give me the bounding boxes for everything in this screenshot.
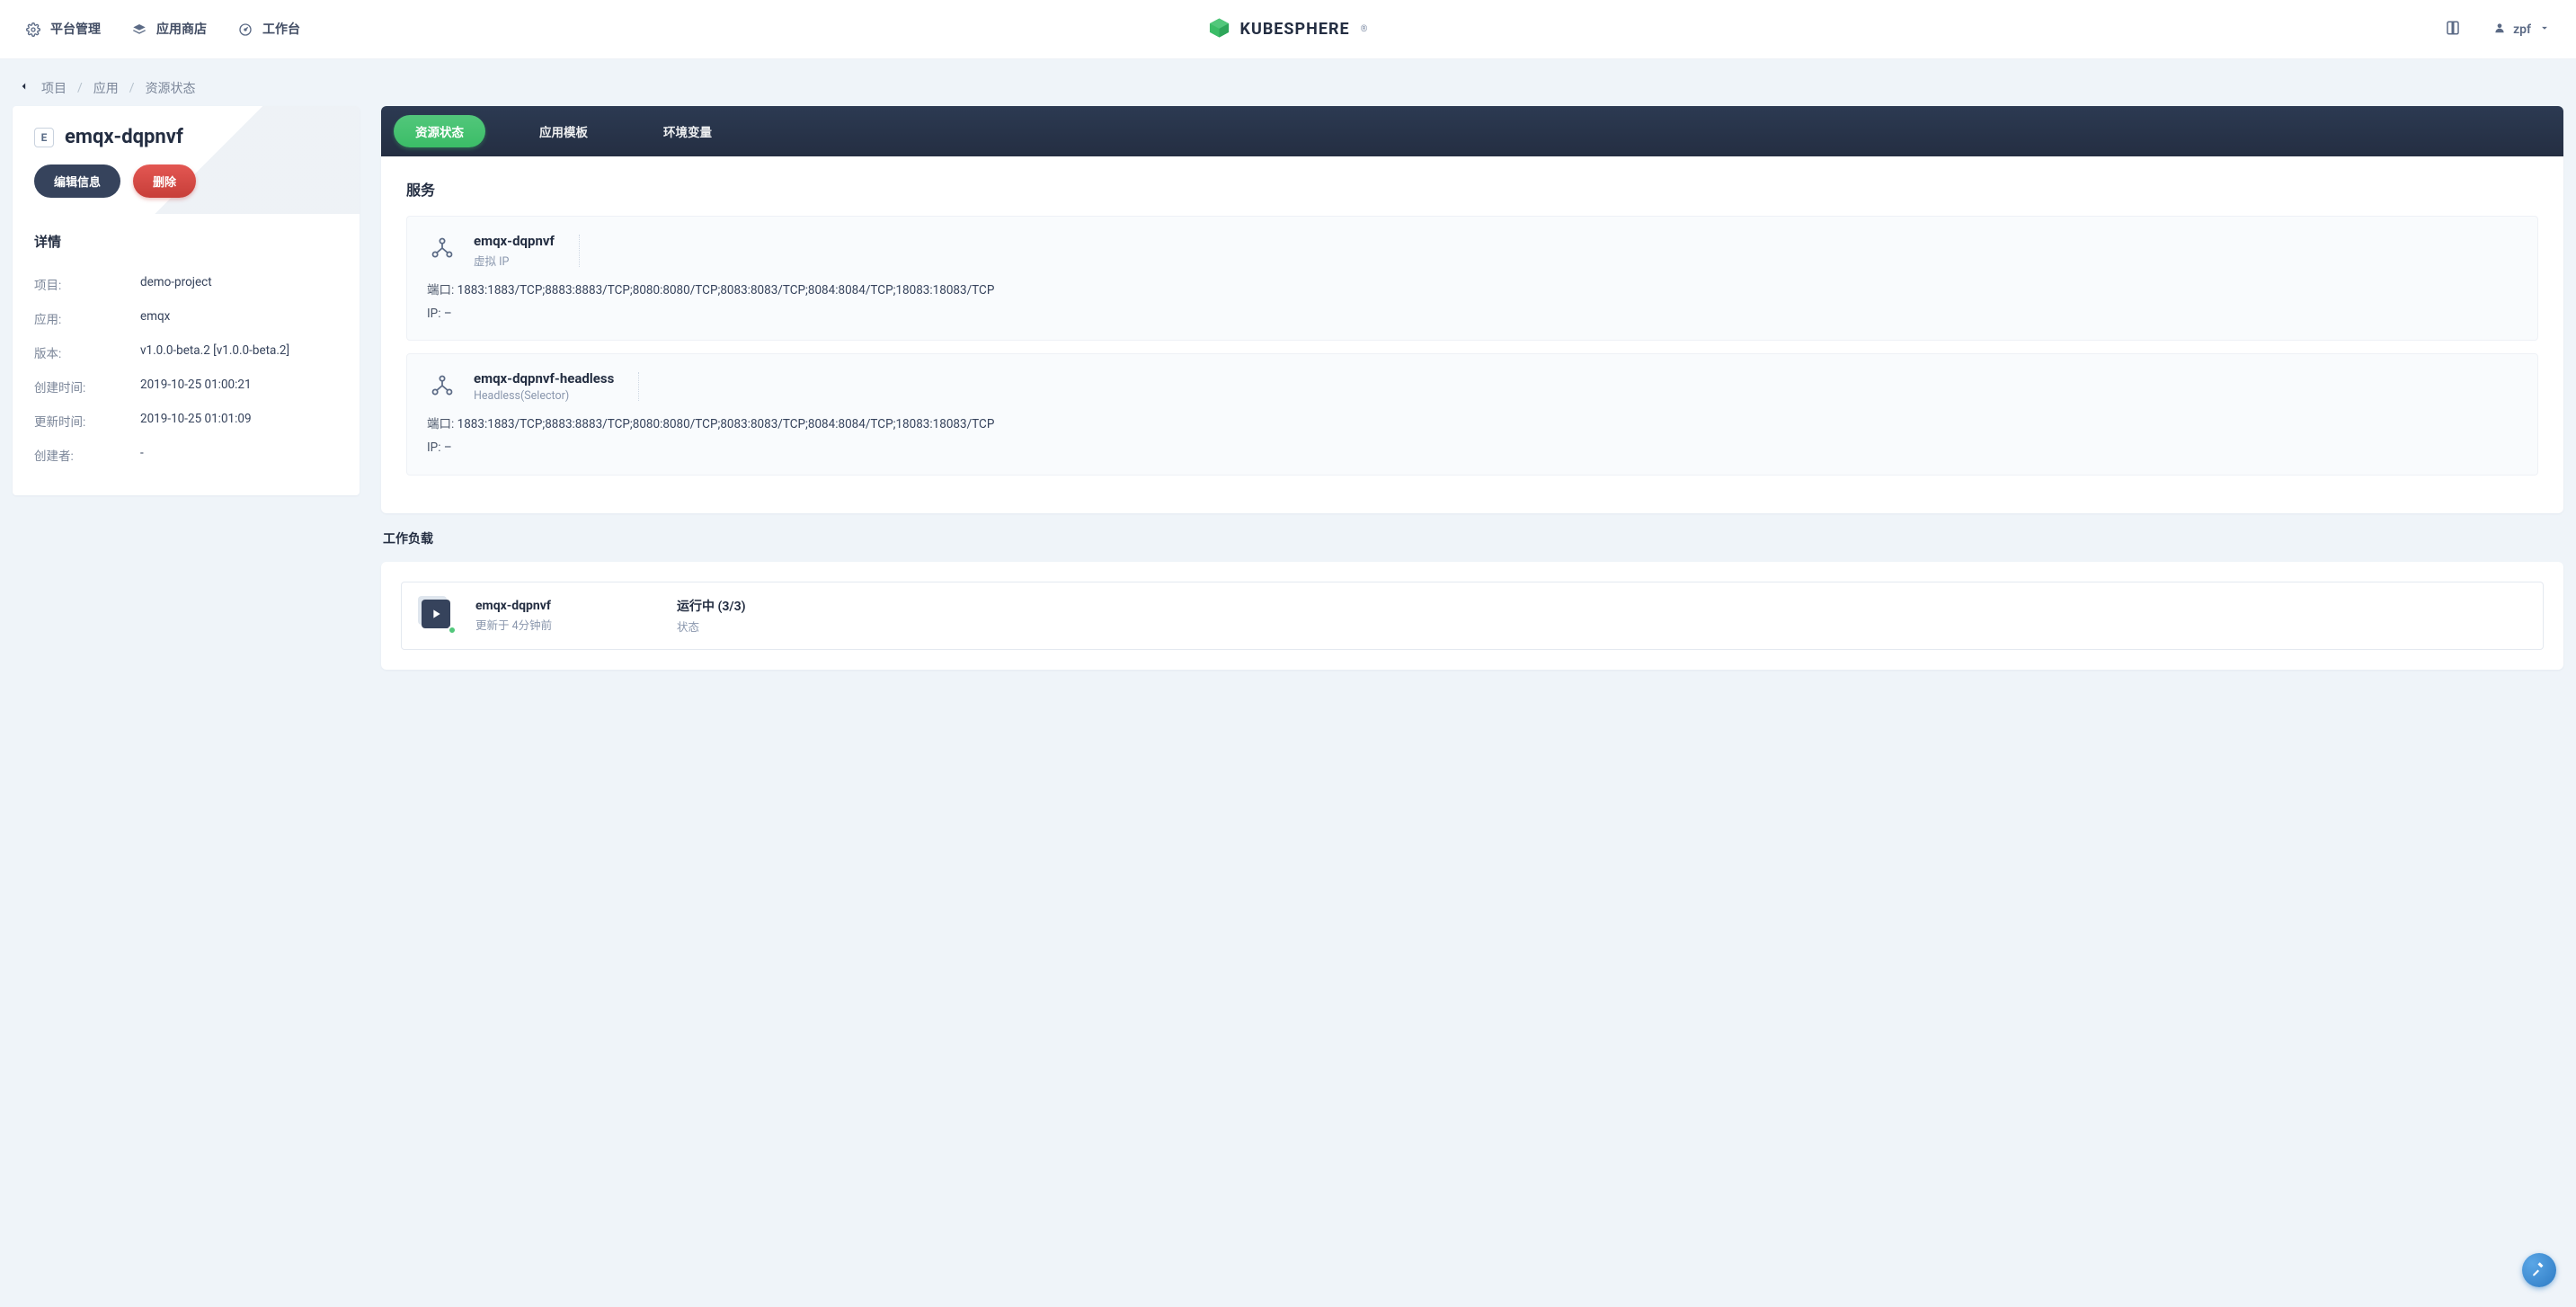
play-icon	[422, 600, 450, 628]
breadcrumb: 项目 / 应用 / 资源状态	[0, 59, 2576, 106]
gauge-icon	[237, 22, 253, 38]
kv-project: 项目: demo-project	[34, 267, 338, 301]
service-card[interactable]: emqx-dqpnvf 虚拟 IP 端口: 1883:1883/TCP;8883…	[406, 216, 2538, 341]
gear-icon	[25, 22, 41, 38]
user-icon	[2493, 22, 2506, 38]
kv-creator: 创建者: -	[34, 438, 338, 472]
tab-resource-status[interactable]: 资源状态	[394, 115, 485, 147]
user-name: zpf	[2513, 22, 2531, 37]
tab-env-vars[interactable]: 环境变量	[642, 115, 733, 147]
resource-title: emqx-dqpnvf	[65, 126, 183, 148]
service-icon	[427, 370, 457, 401]
resource-side-card: E emqx-dqpnvf 编辑信息 删除 详情 项目: demo-projec…	[13, 106, 360, 495]
edit-button[interactable]: 编辑信息	[34, 164, 120, 198]
service-name: emqx-dqpnvf	[474, 233, 555, 249]
crumb-sep: /	[77, 81, 83, 95]
workloads-card: emqx-dqpnvf 更新于 4分钟前 运行中 (3/3) 状态	[381, 562, 2563, 670]
workload-name: emqx-dqpnvf	[475, 599, 655, 613]
resource-badge: E	[34, 128, 54, 147]
kv-created: 创建时间: 2019-10-25 01:00:21	[34, 369, 338, 404]
brand-reg: ®	[1361, 24, 1369, 34]
user-menu[interactable]: zpf	[2493, 22, 2551, 38]
docs-icon[interactable]	[2445, 20, 2461, 40]
nav-workbench[interactable]: 工作台	[237, 0, 300, 59]
ip-label: IP:	[427, 440, 444, 455]
services-heading: 服务	[406, 178, 2538, 200]
topbar: 平台管理 应用商店 工作台 K	[0, 0, 2576, 59]
tabs-card: 资源状态 应用模板 环境变量 服务	[381, 106, 2563, 513]
delete-button[interactable]: 删除	[133, 164, 196, 198]
tabs-head: 资源状态 应用模板 环境变量	[381, 106, 2563, 156]
workload-updated: 更新于 4分钟前	[475, 616, 655, 633]
workload-icon-wrap	[422, 600, 454, 632]
resource-header: E emqx-dqpnvf 编辑信息 删除	[13, 106, 360, 214]
status-dot-icon	[448, 626, 457, 635]
crumb-project[interactable]: 项目	[41, 79, 67, 97]
services-section: 服务 emqx-dqpnvf 虚拟 IP	[381, 156, 2563, 513]
workloads-heading: 工作负载	[381, 528, 2563, 547]
brand-logo[interactable]: KUBESPHERE ®	[1208, 16, 1369, 43]
kv-updated: 更新时间: 2019-10-25 01:01:09	[34, 404, 338, 438]
nav-label: 工作台	[262, 0, 300, 59]
tab-app-template[interactable]: 应用模板	[518, 115, 609, 147]
ports-value: 1883:1883/TCP;8883:8883/TCP;8080:8080/TC…	[457, 417, 995, 431]
main-column: 资源状态 应用模板 环境变量 服务	[381, 106, 2563, 670]
nav-label: 应用商店	[156, 0, 207, 59]
page-body: E emqx-dqpnvf 编辑信息 删除 详情 项目: demo-projec…	[0, 106, 2576, 706]
kv-app: 应用: emqx	[34, 301, 338, 335]
details-panel: 详情 项目: demo-project 应用: emqx 版本: v1.0.0-…	[13, 214, 360, 495]
workload-state-sub: 状态	[677, 618, 746, 635]
service-icon	[427, 233, 457, 263]
ports-label: 端口:	[427, 417, 457, 431]
workload-item[interactable]: emqx-dqpnvf 更新于 4分钟前 运行中 (3/3) 状态	[401, 582, 2544, 650]
service-subtitle: 虚拟 IP	[474, 252, 555, 269]
layers-icon	[131, 22, 147, 38]
ports-label: 端口:	[427, 283, 457, 298]
toolbox-fab[interactable]	[2522, 1253, 2556, 1287]
logo-mark-icon	[1208, 16, 1231, 43]
ports-value: 1883:1883/TCP;8883:8883/TCP;8080:8080/TC…	[457, 283, 995, 298]
details-heading: 详情	[34, 232, 338, 251]
service-card[interactable]: emqx-dqpnvf-headless Headless(Selector) …	[406, 353, 2538, 475]
nav-label: 平台管理	[50, 0, 101, 59]
nav-platform-mgmt[interactable]: 平台管理	[25, 0, 101, 59]
topbar-left: 平台管理 应用商店 工作台	[25, 0, 300, 59]
service-subtitle: Headless(Selector)	[474, 389, 614, 403]
hammer-icon	[2531, 1260, 2547, 1280]
kv-version: 版本: v1.0.0-beta.2 [v1.0.0-beta.2]	[34, 335, 338, 369]
crumb-sep: /	[129, 81, 135, 95]
ip-value: –	[444, 440, 452, 455]
back-icon[interactable]	[18, 80, 31, 96]
ip-label: IP:	[427, 307, 444, 321]
crumb-app[interactable]: 应用	[93, 79, 119, 97]
chevron-down-icon	[2538, 22, 2551, 38]
nav-app-store[interactable]: 应用商店	[131, 0, 207, 59]
service-name: emqx-dqpnvf-headless	[474, 370, 614, 387]
brand-text: KUBESPHERE	[1240, 20, 1350, 39]
ip-value: –	[444, 307, 452, 321]
topbar-right: zpf	[2445, 20, 2551, 40]
workload-state: 运行中 (3/3)	[677, 597, 746, 615]
crumb-current: 资源状态	[146, 79, 196, 97]
